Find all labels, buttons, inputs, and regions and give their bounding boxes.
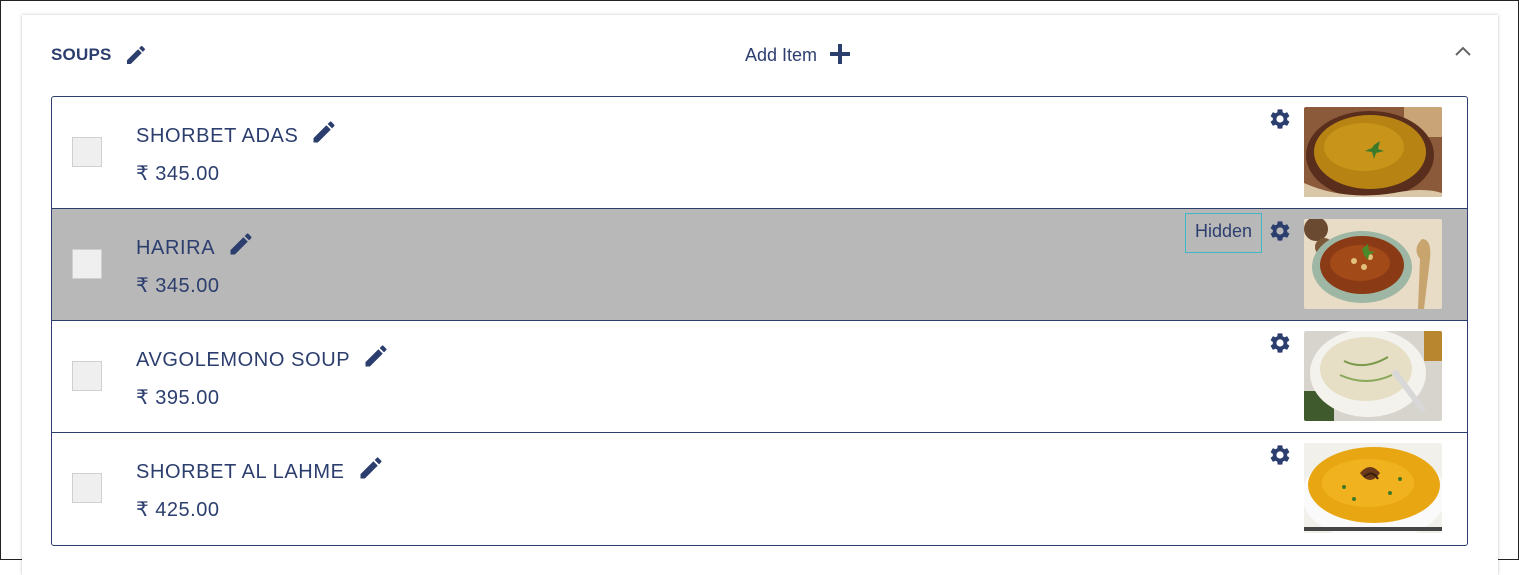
chevron-up-icon[interactable] xyxy=(1454,44,1472,63)
item-image xyxy=(1304,107,1442,197)
edit-item-pencil-icon[interactable] xyxy=(227,230,255,264)
hidden-badge: Hidden xyxy=(1185,213,1262,253)
edit-item-pencil-icon[interactable] xyxy=(362,342,390,376)
add-item-button[interactable]: Add Item xyxy=(745,42,852,68)
list-item: HARIRA ₹ 345.00 Hidden xyxy=(52,209,1467,321)
gear-icon[interactable] xyxy=(1268,331,1292,360)
list-item: AVGOLEMONO SOUP ₹ 395.00 xyxy=(52,321,1467,433)
item-name: SHORBET AL LAHME xyxy=(136,461,345,483)
item-price: ₹ 345.00 xyxy=(136,163,220,185)
category-title: SOUPS xyxy=(51,45,112,64)
item-price: ₹ 345.00 xyxy=(136,275,220,297)
gear-icon[interactable] xyxy=(1268,219,1292,248)
item-name: AVGOLEMONO SOUP xyxy=(136,349,351,371)
item-image xyxy=(1304,443,1442,533)
item-price: ₹ 425.00 xyxy=(136,499,220,521)
item-name: HARIRA xyxy=(136,237,216,259)
gear-icon[interactable] xyxy=(1268,107,1292,136)
item-name: SHORBET ADAS xyxy=(136,125,299,147)
item-image xyxy=(1304,331,1442,421)
item-list: SHORBET ADAS ₹ 345.00 HARIRA ₹ 345.00 Hi… xyxy=(51,96,1468,546)
add-item-label: Add Item xyxy=(745,44,818,65)
item-checkbox[interactable] xyxy=(72,249,102,279)
item-price: ₹ 395.00 xyxy=(136,387,220,409)
item-checkbox[interactable] xyxy=(72,361,102,391)
edit-category-pencil-icon[interactable] xyxy=(124,43,148,72)
plus-icon xyxy=(828,42,852,71)
gear-icon[interactable] xyxy=(1268,443,1292,472)
list-item: SHORBET ADAS ₹ 345.00 xyxy=(52,97,1467,209)
list-item: SHORBET AL LAHME ₹ 425.00 xyxy=(52,433,1467,545)
item-checkbox[interactable] xyxy=(72,137,102,167)
item-checkbox[interactable] xyxy=(72,473,102,503)
edit-item-pencil-icon[interactable] xyxy=(357,454,385,488)
edit-item-pencil-icon[interactable] xyxy=(310,118,338,152)
item-image xyxy=(1304,219,1442,309)
